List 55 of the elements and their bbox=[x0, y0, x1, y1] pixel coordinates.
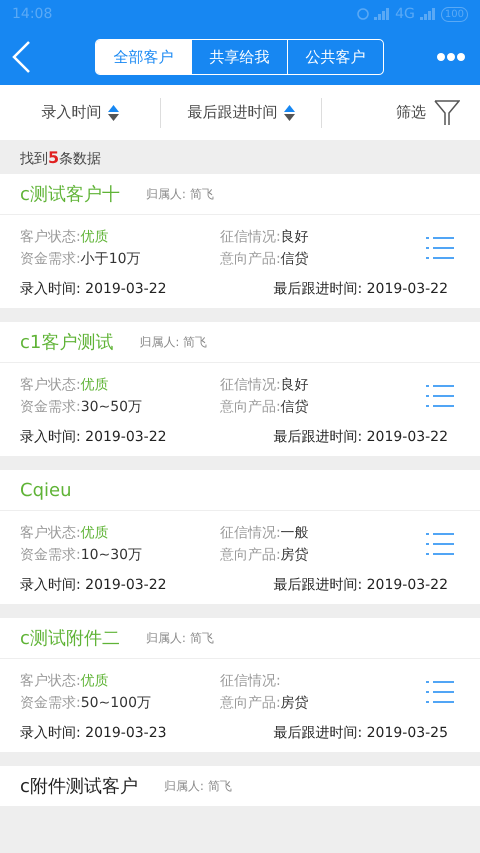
created-date: 录入时间: 2019-03-23 bbox=[20, 724, 167, 742]
owner-label: 归属人: 简飞 bbox=[146, 630, 214, 646]
signal-icon bbox=[420, 8, 436, 20]
list-icon[interactable] bbox=[426, 680, 454, 704]
info-field: 资金需求:50~100万 bbox=[20, 694, 220, 712]
sort-button[interactable]: 最后跟进时间 bbox=[161, 85, 321, 140]
owner-label: 归属人: 简飞 bbox=[146, 186, 214, 202]
more-icon[interactable] bbox=[436, 52, 466, 62]
sort-icon bbox=[108, 104, 118, 120]
info-field: 客户状态:优质 bbox=[20, 524, 220, 542]
info-field: 征信情况:良好 bbox=[220, 376, 410, 394]
owner-label: 归属人: 简飞 bbox=[164, 778, 232, 794]
info-field: 客户状态:优质 bbox=[20, 376, 220, 394]
battery-indicator: 100 bbox=[440, 6, 468, 22]
info-field: 意向产品:房贷 bbox=[220, 694, 410, 712]
info-field: 意向产品:房贷 bbox=[220, 546, 410, 564]
info-field: 意向产品:信贷 bbox=[220, 398, 410, 416]
list-icon[interactable] bbox=[426, 236, 454, 260]
tab[interactable]: 公共客户 bbox=[287, 40, 383, 74]
followup-date: 最后跟进时间: 2019-03-22 bbox=[273, 280, 448, 298]
created-date: 录入时间: 2019-03-22 bbox=[20, 280, 167, 298]
alarm-icon bbox=[357, 8, 370, 20]
sort-button[interactable]: 录入时间 bbox=[0, 85, 160, 140]
back-icon[interactable] bbox=[10, 40, 32, 74]
sort-icon bbox=[284, 104, 294, 120]
info-field: 资金需求:30~50万 bbox=[20, 398, 220, 416]
info-field: 客户状态:优质 bbox=[20, 228, 220, 246]
tab[interactable]: 全部客户 bbox=[96, 40, 191, 74]
followup-date: 最后跟进时间: 2019-03-25 bbox=[273, 724, 448, 742]
owner-label: 归属人: 简飞 bbox=[139, 334, 208, 350]
signal-icon bbox=[374, 8, 390, 20]
list-icon[interactable] bbox=[426, 384, 454, 408]
customer-name[interactable]: Cqieu bbox=[20, 480, 72, 500]
followup-date: 最后跟进时间: 2019-03-22 bbox=[273, 428, 448, 446]
info-field: 征信情况:良好 bbox=[220, 228, 410, 246]
tab[interactable]: 共享给我 bbox=[191, 40, 287, 74]
network-type: 4G bbox=[395, 6, 415, 22]
list-icon[interactable] bbox=[426, 532, 454, 556]
info-field: 意向产品:信贷 bbox=[220, 250, 410, 268]
info-field: 资金需求:小于10万 bbox=[20, 250, 220, 268]
filter-icon bbox=[434, 100, 460, 126]
info-field: 征信情况:一般 bbox=[220, 524, 410, 542]
info-field: 资金需求:10~30万 bbox=[20, 546, 220, 564]
result-count: 找到5条数据 bbox=[20, 151, 102, 167]
info-field: 客户状态:优质 bbox=[20, 672, 220, 690]
info-field: 征信情况: bbox=[220, 672, 410, 690]
customer-name[interactable]: c测试附件二 bbox=[20, 626, 120, 650]
followup-date: 最后跟进时间: 2019-03-22 bbox=[273, 576, 448, 594]
status-time: 14:08 bbox=[12, 6, 52, 22]
customer-name[interactable]: c附件测试客户 bbox=[20, 774, 138, 798]
customer-name[interactable]: c1客户测试 bbox=[20, 330, 114, 354]
customer-name[interactable]: c测试客户十 bbox=[20, 182, 120, 206]
created-date: 录入时间: 2019-03-22 bbox=[20, 576, 167, 594]
created-date: 录入时间: 2019-03-22 bbox=[20, 428, 167, 446]
filter-button[interactable]: 筛选 bbox=[396, 100, 460, 126]
